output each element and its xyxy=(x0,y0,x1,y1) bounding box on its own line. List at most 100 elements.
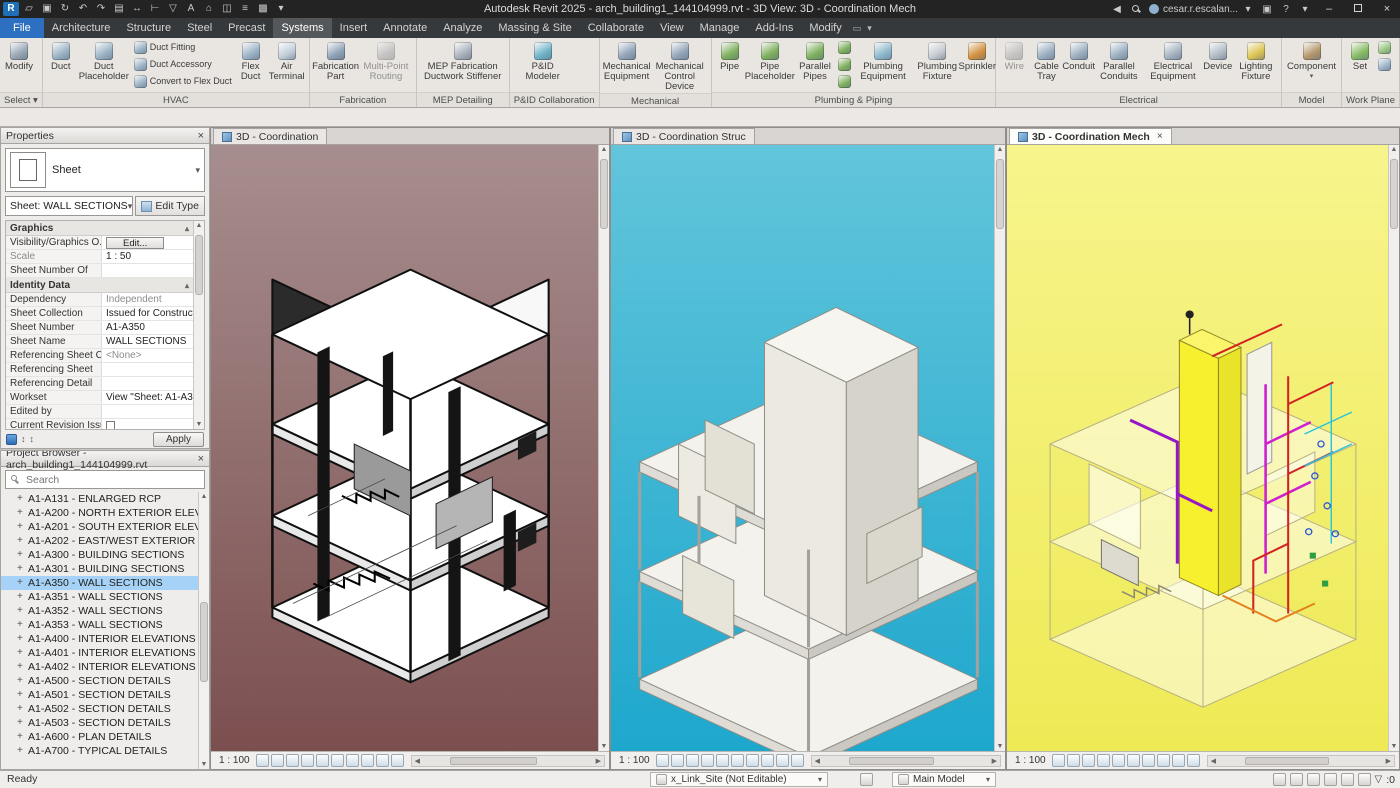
customize-quick-access-icon[interactable]: ▾ xyxy=(273,2,289,16)
help-menu-chevron-icon[interactable]: ▾ xyxy=(1299,4,1311,15)
ribbon-tab-massing-site[interactable]: Massing & Site xyxy=(490,18,579,38)
ribbon-panel-label-plumbing-piping[interactable]: Plumbing & Piping xyxy=(711,92,996,107)
scroll-down-icon[interactable]: ▼ xyxy=(196,421,203,428)
scroll-up-icon[interactable]: ▲ xyxy=(997,146,1004,153)
property-value[interactable]: Issued for Construction xyxy=(102,307,193,320)
expand-icon[interactable]: + xyxy=(17,702,28,716)
locked-3d-view-icon[interactable] xyxy=(360,754,374,767)
reveal-hidden-elements-icon[interactable] xyxy=(390,754,404,767)
crop-region-visibility-icon[interactable] xyxy=(745,754,759,767)
property-value[interactable]: View "Sheet: A1-A350... xyxy=(102,391,193,404)
ribbon-tab-structure[interactable]: Structure xyxy=(118,18,179,38)
expand-icon[interactable]: + xyxy=(17,604,28,618)
ribbon-button-component[interactable]: Component ▾ xyxy=(1285,39,1338,80)
ribbon-tab-collaborate[interactable]: Collaborate xyxy=(580,18,652,38)
ribbon-button-parallel-pipes[interactable]: Parallel Pipes xyxy=(795,39,835,82)
help-icon[interactable]: ? xyxy=(1280,4,1292,15)
locked-3d-view-icon[interactable] xyxy=(760,754,774,767)
ribbon-tab-steel[interactable]: Steel xyxy=(179,18,220,38)
temporary-hide-isolate-icon[interactable] xyxy=(375,754,389,767)
open-file-icon[interactable]: ▱ xyxy=(21,2,37,16)
scroll-left-icon[interactable]: ◀ xyxy=(1211,757,1216,765)
browser-scrollbar[interactable]: ▲ ▼ xyxy=(198,492,209,769)
browser-item[interactable]: + A1-A503 - SECTION DETAILS xyxy=(1,716,198,730)
apply-button[interactable]: Apply xyxy=(152,431,204,447)
drag-on-selection-icon[interactable] xyxy=(1357,773,1371,786)
detail-level-icon[interactable] xyxy=(655,754,669,767)
select-pinned-icon[interactable] xyxy=(1323,773,1337,786)
ribbon-panel-label-mechanical[interactable]: Mechanical xyxy=(599,93,711,107)
scroll-up-icon[interactable]: ▲ xyxy=(601,146,608,153)
locked-3d-view-icon[interactable] xyxy=(1156,754,1170,767)
ribbon-state-chevron-icon[interactable]: ▾ xyxy=(864,23,875,34)
view-canvas-coordination-struc[interactable]: ▲ ▼ xyxy=(611,145,1005,751)
property-value[interactable]: Edit... xyxy=(102,236,193,249)
ribbon-panel-label-model[interactable]: Model xyxy=(1281,92,1342,107)
property-value[interactable]: 1 : 50 xyxy=(102,250,193,263)
scrollbar-thumb[interactable] xyxy=(450,756,537,765)
scrollbar-thumb[interactable] xyxy=(1390,159,1398,229)
crop-view-icon[interactable] xyxy=(730,754,744,767)
scroll-right-icon[interactable]: ▶ xyxy=(1386,757,1391,765)
browser-item[interactable]: + A1-A351 - WALL SECTIONS xyxy=(1,590,198,604)
ribbon-button-duct[interactable]: Duct xyxy=(46,39,76,72)
ribbon-button-work-plane-viewer[interactable] xyxy=(1376,56,1393,72)
sort-descending-icon[interactable]: ↕ xyxy=(30,434,35,444)
browser-item[interactable]: +A1-A202 - EAST/WEST EXTERIOR ELEVAT... xyxy=(1,534,198,548)
select-by-face-icon[interactable] xyxy=(1340,773,1354,786)
browser-item[interactable]: + A1-A501 - SECTION DETAILS xyxy=(1,688,198,702)
ribbon-button-wire[interactable]: Wire xyxy=(999,39,1029,72)
ribbon-tab-architecture[interactable]: Architecture xyxy=(44,18,119,38)
browser-item[interactable]: + A1-A400 - INTERIOR ELEVATIONS xyxy=(1,632,198,646)
properties-scrollbar[interactable]: ▲ ▼ xyxy=(193,221,204,429)
ribbon-button-multi-point-routing[interactable]: Multi-Point Routing xyxy=(359,39,412,82)
sort-ascending-icon[interactable]: ↕ xyxy=(21,434,26,444)
ribbon-button-flex-duct[interactable]: Flex Duct xyxy=(235,39,267,82)
ribbon-button-parallel-conduits[interactable]: Parallel Conduits xyxy=(1095,39,1143,82)
reveal-hidden-elements-icon[interactable] xyxy=(1186,754,1200,767)
store-icon[interactable]: ▣ xyxy=(1261,4,1273,15)
horizontal-scrollbar[interactable]: ◀ ▶ xyxy=(810,754,1001,767)
expand-icon[interactable]: + xyxy=(17,618,28,632)
detail-level-icon[interactable] xyxy=(255,754,269,767)
element-type-combo[interactable]: Sheet: WALL SECTIONS ▾ xyxy=(5,196,134,216)
ribbon-button-modify[interactable]: Modify xyxy=(3,39,35,72)
ribbon-panel-label-electrical[interactable]: Electrical xyxy=(996,92,1281,107)
expand-icon[interactable]: + xyxy=(17,688,28,702)
temporary-hide-isolate-icon[interactable] xyxy=(775,754,789,767)
ribbon-panel-label-mep-detailing[interactable]: MEP Detailing xyxy=(416,92,509,107)
view-tab-coordination-struc[interactable]: 3D - Coordination Struc xyxy=(613,128,755,144)
view-canvas-coordination[interactable]: ▲ ▼ xyxy=(211,145,609,751)
browser-item[interactable]: + A1-A600 - PLAN DETAILS xyxy=(1,730,198,744)
section-icon[interactable]: ◫ xyxy=(219,2,235,16)
crop-region-visibility-icon[interactable] xyxy=(345,754,359,767)
vertical-scrollbar[interactable]: ▲ ▼ xyxy=(994,145,1005,751)
scroll-down-icon[interactable]: ▼ xyxy=(601,743,608,750)
browser-item[interactable]: + A1-A352 - WALL SECTIONS xyxy=(1,604,198,618)
expand-icon[interactable]: + xyxy=(17,744,28,758)
edit-type-button[interactable]: Edit Type xyxy=(135,196,205,216)
ribbon-panel-label-fabrication[interactable]: Fabrication xyxy=(309,92,416,107)
ribbon-button-pipe-accessory[interactable] xyxy=(836,56,853,72)
browser-item[interactable]: +A1-A200 - NORTH EXTERIOR ELEVATION xyxy=(1,506,198,520)
property-group-graphics[interactable]: Graphics ▴ xyxy=(6,221,193,236)
project-browser-title-bar[interactable]: Project Browser - arch_building1_1441049… xyxy=(1,451,209,471)
ribbon-panel-label-p-id-collaboration[interactable]: P&ID Collaboration xyxy=(509,92,599,107)
project-browser-close-icon[interactable]: × xyxy=(198,453,204,465)
ribbon-button-flex-pipe[interactable] xyxy=(836,73,853,89)
ribbon-button-set[interactable]: Set xyxy=(1345,39,1375,72)
save-icon[interactable]: ▣ xyxy=(39,2,55,16)
scroll-left-icon[interactable]: ◀ xyxy=(415,757,420,765)
ribbon-button-plumbing-equipment[interactable]: Plumbing Equipment xyxy=(854,39,912,82)
property-value[interactable] xyxy=(102,419,193,429)
browser-item[interactable]: + A1-A131 - ENLARGED RCP xyxy=(1,492,198,506)
expand-icon[interactable]: + xyxy=(17,632,28,646)
modify-panel-state-icon[interactable]: ▭ xyxy=(850,23,865,34)
ribbon-button-duct-fitting[interactable]: Duct Fitting xyxy=(132,39,234,55)
scroll-up-icon[interactable]: ▲ xyxy=(196,222,203,229)
ribbon-tab-precast[interactable]: Precast xyxy=(220,18,273,38)
sun-path-icon[interactable] xyxy=(685,754,699,767)
select-links-icon[interactable] xyxy=(1289,773,1303,786)
print-icon[interactable]: ▤ xyxy=(111,2,127,16)
view-canvas-coordination-mech[interactable]: ▲ ▼ xyxy=(1007,145,1399,751)
